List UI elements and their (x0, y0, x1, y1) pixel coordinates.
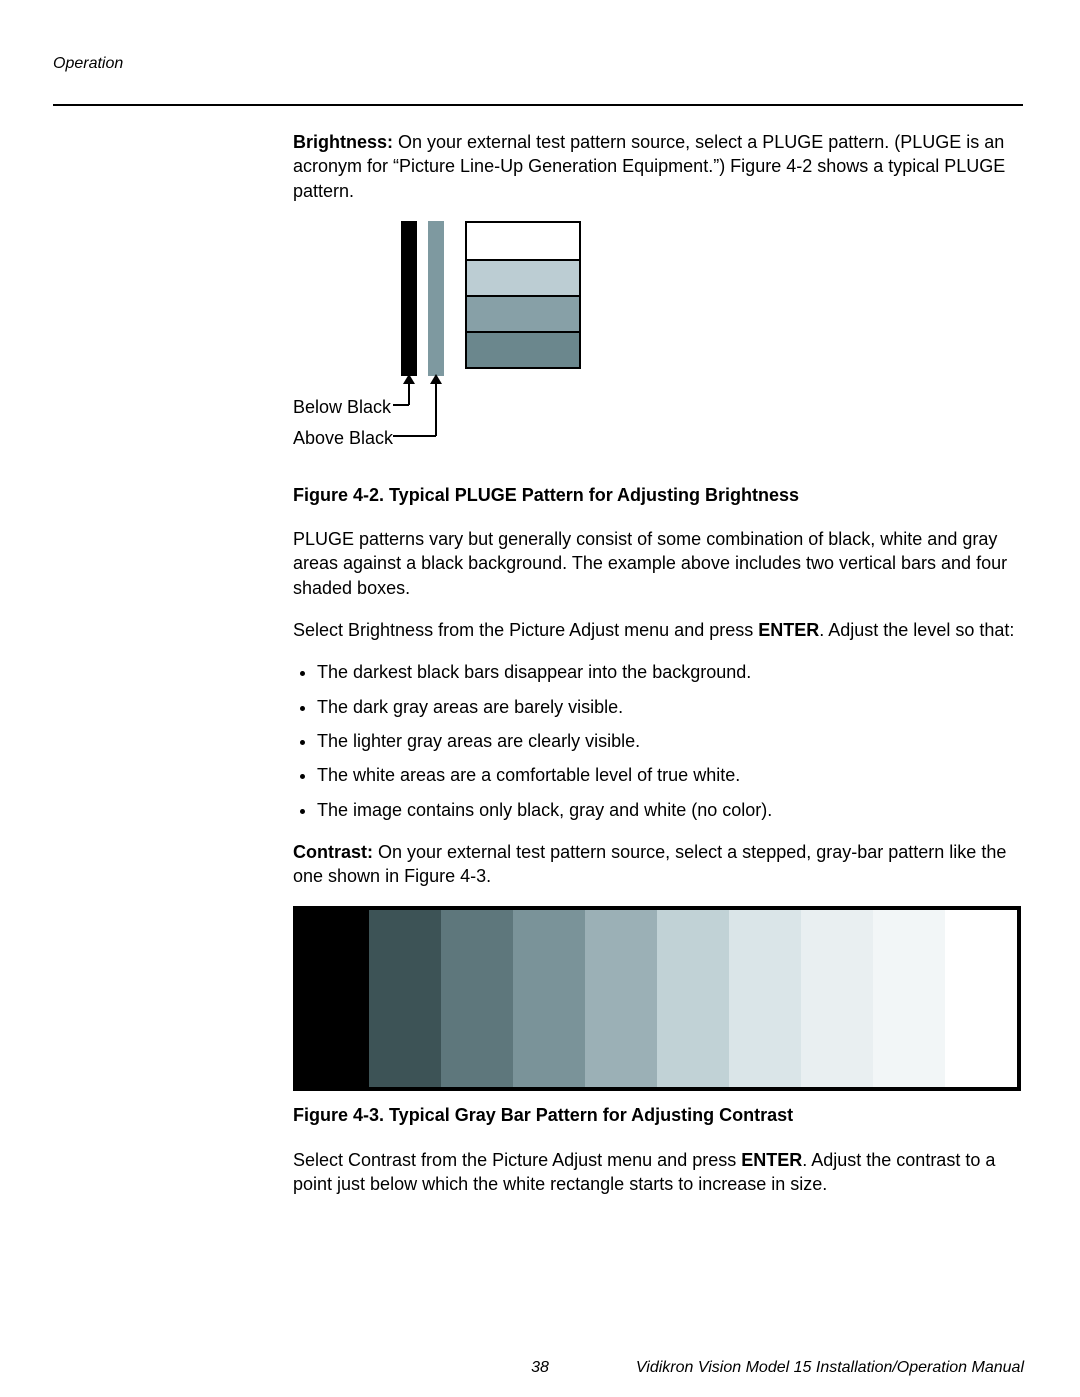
arrow-above-black (435, 383, 437, 436)
manual-page: Operation Brightness: On your external t… (0, 0, 1080, 1397)
contrast-lead: Contrast: (293, 842, 373, 862)
list-item: The lighter gray areas are clearly visib… (317, 729, 1023, 753)
gray-bar-10 (945, 910, 1017, 1087)
gray-bar-2 (369, 910, 441, 1087)
pluge-box-darkgray (467, 331, 579, 367)
contrast-paragraph: Contrast: On your external test pattern … (293, 840, 1023, 889)
figure-4-2-pluge: Below Black Above Black (293, 221, 593, 471)
brightness-body: On your external test pattern source, se… (293, 132, 1005, 201)
leader-line-above-black (393, 435, 436, 437)
label-above-black: Above Black (293, 426, 393, 450)
contrast-body: On your external test pattern source, se… (293, 842, 1006, 886)
pluge-box-white (467, 223, 579, 259)
list-item: The image contains only black, gray and … (317, 798, 1023, 822)
figure-4-3-graybar (293, 906, 1021, 1091)
gray-bar-6 (657, 910, 729, 1087)
header-rule (53, 104, 1023, 106)
manual-title: Vidikron Vision Model 15 Installation/Op… (636, 1359, 1024, 1377)
list-item: The white areas are a comfortable level … (317, 763, 1023, 787)
label-below-black: Below Black (293, 395, 391, 419)
gray-bar-3 (441, 910, 513, 1087)
enter-key: ENTER (758, 620, 819, 640)
pluge-description: PLUGE patterns vary but generally consis… (293, 527, 1023, 600)
gray-bar-8 (801, 910, 873, 1087)
select-brightness-pre: Select Brightness from the Picture Adjus… (293, 620, 758, 640)
pluge-shaded-boxes (465, 221, 581, 369)
leader-line-below-black (393, 404, 409, 406)
enter-key: ENTER (741, 1150, 802, 1170)
pluge-box-midgray (467, 295, 579, 331)
pluge-bar-gray (428, 221, 444, 376)
select-contrast-pre: Select Contrast from the Picture Adjust … (293, 1150, 741, 1170)
figure-4-2-caption: Figure 4-2. Typical PLUGE Pattern for Ad… (293, 483, 1023, 507)
figure-4-3-caption: Figure 4-3. Typical Gray Bar Pattern for… (293, 1103, 1023, 1127)
content-column: Brightness: On your external test patter… (293, 130, 1023, 1214)
pluge-box-lightgray (467, 259, 579, 295)
brightness-paragraph: Brightness: On your external test patter… (293, 130, 1023, 203)
brightness-adjust-list: The darkest black bars disappear into th… (293, 660, 1023, 821)
arrow-below-black (408, 383, 410, 405)
gray-bar-7 (729, 910, 801, 1087)
running-header: Operation (53, 55, 123, 73)
gray-bar-5 (585, 910, 657, 1087)
select-contrast-instruction: Select Contrast from the Picture Adjust … (293, 1148, 1023, 1197)
list-item: The darkest black bars disappear into th… (317, 660, 1023, 684)
pluge-bar-black (401, 221, 417, 376)
select-brightness-instruction: Select Brightness from the Picture Adjus… (293, 618, 1023, 642)
list-item: The dark gray areas are barely visible. (317, 695, 1023, 719)
gray-bar-4 (513, 910, 585, 1087)
gray-bar-1 (297, 910, 369, 1087)
brightness-lead: Brightness: (293, 132, 393, 152)
select-brightness-post: . Adjust the level so that: (819, 620, 1014, 640)
gray-bar-9 (873, 910, 945, 1087)
